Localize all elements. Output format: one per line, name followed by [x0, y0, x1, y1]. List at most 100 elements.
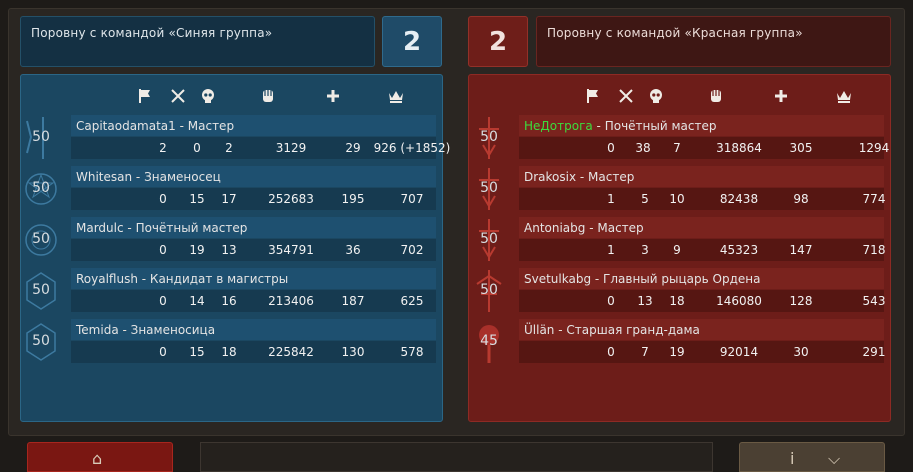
skull-icon — [644, 85, 668, 107]
level-badge: 50 — [471, 217, 515, 263]
deaths-value: 7 — [673, 141, 681, 155]
level-badge: 50 — [471, 166, 515, 212]
player-rank: Главный рыцарь Ордена — [603, 272, 761, 286]
damage-value: 318864 — [716, 141, 762, 155]
deaths-value: 10 — [669, 192, 685, 206]
level-badge: 50 — [471, 115, 515, 161]
deaths-value: 2 — [225, 141, 233, 155]
player-name[interactable]: Mardulc — [76, 221, 124, 235]
kills-value: 19 — [189, 243, 205, 257]
column-headers — [21, 85, 442, 109]
points-value: 774 — [862, 192, 886, 206]
table-row[interactable]: 50 Mardulc - Почётный мастер 0 19 13 354… — [21, 215, 442, 265]
level-badge: 50 — [23, 268, 67, 314]
kills-value: 13 — [637, 294, 653, 308]
flags-value: 1 — [607, 192, 615, 206]
damage-value: 213406 — [268, 294, 314, 308]
table-row[interactable]: 50 Drakosix - Мастер 1 5 10 82438 98 774 — [469, 164, 890, 214]
plus-icon — [769, 85, 793, 107]
flag-icon — [133, 85, 157, 107]
kills-value: 15 — [189, 345, 205, 359]
column-headers — [469, 85, 890, 109]
flags-value: 1 — [607, 243, 615, 257]
damage-value: 146080 — [716, 294, 762, 308]
info-icon: i — [790, 449, 795, 468]
player-rank: Знаменосица — [130, 323, 216, 337]
crossed-swords-icon — [614, 85, 638, 107]
points-value: 702 — [400, 243, 424, 257]
shield-icon: ⌂ — [92, 449, 103, 468]
blue-team-status: Поровну с командой «Синяя группа» — [20, 16, 375, 67]
points-value: 926 (+1852) — [373, 141, 451, 155]
player-rank: Мастер — [588, 170, 635, 184]
blue-team-score: 2 — [382, 16, 442, 67]
table-row[interactable]: 50 Temida - Знаменосица 0 15 18 225842 1… — [21, 317, 442, 367]
player-name[interactable]: Capitaodamata1 — [76, 119, 176, 133]
heal-value: 98 — [793, 192, 809, 206]
blue-team-table: 50 Capitaodamata1 - Мастер 2 0 2 3129 29… — [20, 74, 450, 422]
kills-value: 15 — [189, 192, 205, 206]
crown-icon — [832, 85, 856, 107]
table-row[interactable]: 45 Üllän - Старшая гранд-дама 0 7 19 920… — [469, 317, 890, 367]
flags-value: 0 — [159, 294, 167, 308]
damage-value: 3129 — [275, 141, 307, 155]
kills-value: 3 — [641, 243, 649, 257]
flags-value: 0 — [159, 192, 167, 206]
player-name[interactable]: Svetulkabg — [524, 272, 591, 286]
info-button[interactable]: i ⌵ — [739, 442, 885, 472]
deaths-value: 18 — [669, 294, 685, 308]
player-rank: Старшая гранд-дама — [566, 323, 700, 337]
level-badge: 50 — [23, 115, 67, 161]
heal-value: 147 — [789, 243, 813, 257]
kills-value: 14 — [189, 294, 205, 308]
leave-battle-button[interactable]: ⌂ — [27, 442, 173, 472]
player-rank: Мастер — [597, 221, 644, 235]
flags-value: 0 — [607, 345, 615, 359]
table-row[interactable]: 50 Capitaodamata1 - Мастер 2 0 2 3129 29… — [21, 113, 450, 163]
level-badge: 45 — [471, 319, 515, 365]
deaths-value: 13 — [221, 243, 237, 257]
table-row[interactable]: 50 Svetulkabg - Главный рыцарь Ордена 0 … — [469, 266, 890, 316]
player-name[interactable]: Drakosix — [524, 170, 576, 184]
kills-value: 7 — [641, 345, 649, 359]
kills-value: 38 — [635, 141, 651, 155]
player-name[interactable]: НеДотрога — [524, 119, 593, 133]
table-row[interactable]: 50 НеДотрога - Почётный мастер 0 38 7 31… — [469, 113, 890, 163]
flag-icon — [581, 85, 605, 107]
player-name[interactable]: Royalflush — [76, 272, 138, 286]
kills-value: 0 — [193, 141, 201, 155]
chat-input-area[interactable] — [200, 442, 713, 472]
player-name[interactable]: Temida — [76, 323, 119, 337]
points-value: 543 — [862, 294, 886, 308]
table-row[interactable]: 50 Whitesan - Знаменосец 0 15 17 252683 … — [21, 164, 442, 214]
plus-icon — [321, 85, 345, 107]
crown-icon — [384, 85, 408, 107]
table-row[interactable]: 50 Royalflush - Кандидат в магистры 0 14… — [21, 266, 442, 316]
deaths-value: 9 — [673, 243, 681, 257]
damage-value: 354791 — [268, 243, 314, 257]
player-name[interactable]: Antoniabg — [524, 221, 585, 235]
deaths-value: 16 — [221, 294, 237, 308]
player-rank: Кандидат в магистры — [149, 272, 289, 286]
player-name[interactable]: Whitesan — [76, 170, 132, 184]
points-value: 291 — [862, 345, 886, 359]
points-value: 718 — [862, 243, 886, 257]
level-badge: 50 — [23, 166, 67, 212]
points-value: 707 — [400, 192, 424, 206]
heal-value: 30 — [793, 345, 809, 359]
kills-value: 5 — [641, 192, 649, 206]
red-team-table: 50 НеДотрога - Почётный мастер 0 38 7 31… — [468, 74, 891, 422]
deaths-value: 17 — [221, 192, 237, 206]
player-name[interactable]: Üllän — [524, 323, 554, 337]
heal-value: 305 — [789, 141, 813, 155]
points-value: 625 — [400, 294, 424, 308]
deaths-value: 19 — [669, 345, 685, 359]
deaths-value: 18 — [221, 345, 237, 359]
red-team-score: 2 — [468, 16, 528, 67]
player-rank: Мастер — [187, 119, 235, 133]
table-row[interactable]: 50 Antoniabg - Мастер 1 3 9 45323 147 71… — [469, 215, 890, 265]
player-rank: Почётный мастер — [135, 221, 248, 235]
damage-value: 45323 — [719, 243, 759, 257]
damage-value: 252683 — [268, 192, 314, 206]
points-value: 1294 — [858, 141, 890, 155]
